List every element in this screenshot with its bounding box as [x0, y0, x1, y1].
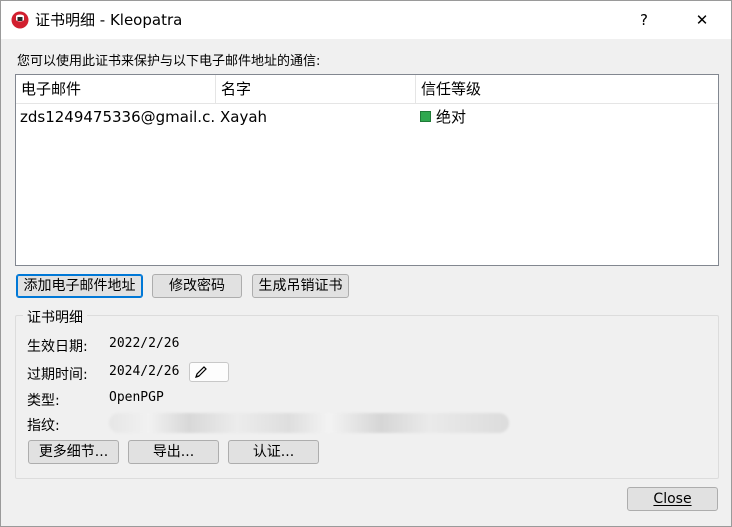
certify-button[interactable]: 认证...	[228, 440, 319, 464]
more-details-button[interactable]: 更多细节...	[28, 440, 119, 464]
help-button[interactable]: ?	[629, 7, 659, 33]
valid-from-value: 2022/2/26	[109, 336, 180, 351]
edit-expiry-button[interactable]	[189, 362, 229, 382]
dialog-window: 证书明细 - Kleopatra ? ✕ 您可以使用此证书来保护与以下电子邮件地…	[0, 0, 732, 527]
fingerprint-value-blurred	[109, 413, 509, 433]
details-group-title: 证书明细	[23, 307, 87, 327]
add-email-button[interactable]: 添加电子邮件地址	[16, 274, 143, 298]
name-cell: Xayah	[220, 108, 268, 126]
pencil-icon	[195, 366, 207, 378]
column-header-email[interactable]: 电子邮件	[16, 75, 216, 103]
fingerprint-label: 指纹:	[27, 418, 60, 434]
email-list[interactable]: 电子邮件 名字 信任等级 zds1249475336@gmail.c... Xa…	[15, 74, 719, 266]
trust-ok-icon	[420, 111, 431, 122]
window-title: 证书明细 - Kleopatra	[35, 11, 183, 29]
generate-revocation-button[interactable]: 生成吊销证书	[252, 274, 349, 298]
trust-label: 绝对	[436, 108, 467, 126]
table-row[interactable]: zds1249475336@gmail.c... Xayah 绝对	[16, 105, 718, 129]
close-window-icon[interactable]: ✕	[687, 7, 717, 33]
kleopatra-app-icon	[11, 11, 29, 29]
column-header-trust[interactable]: 信任等级	[416, 75, 718, 103]
export-button[interactable]: 导出...	[128, 440, 219, 464]
column-header-name[interactable]: 名字	[216, 75, 416, 103]
list-header: 电子邮件 名字 信任等级	[16, 75, 718, 104]
expires-label: 过期时间:	[27, 367, 88, 383]
change-password-button[interactable]: 修改密码	[152, 274, 242, 298]
close-button[interactable]: Close	[627, 487, 718, 511]
email-cell: zds1249475336@gmail.c...	[20, 108, 216, 126]
type-value: OpenPGP	[109, 390, 164, 405]
expires-value: 2024/2/26	[109, 364, 180, 379]
close-button-label: Close	[653, 491, 692, 507]
title-bar[interactable]: 证书明细 - Kleopatra ? ✕	[1, 1, 731, 39]
trust-cell: 绝对	[416, 105, 718, 129]
type-label: 类型:	[27, 393, 60, 409]
intro-text: 您可以使用此证书来保护与以下电子邮件地址的通信:	[17, 54, 321, 69]
valid-from-label: 生效日期:	[27, 339, 88, 355]
